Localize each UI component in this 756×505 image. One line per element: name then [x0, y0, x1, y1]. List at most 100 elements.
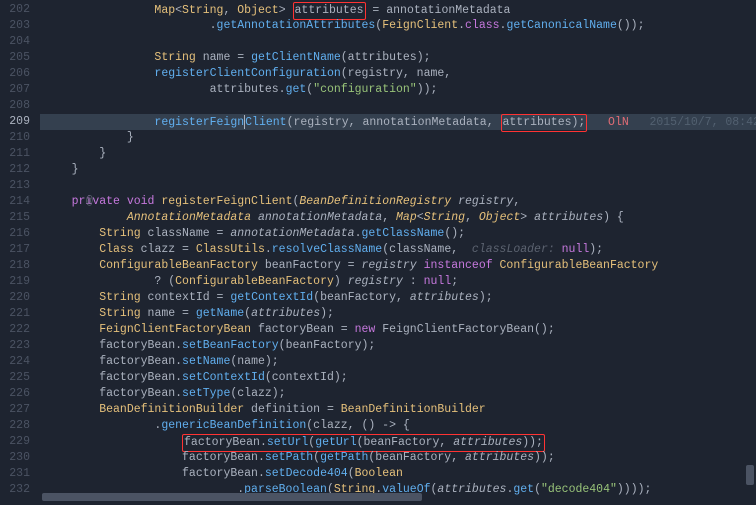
code-token: .	[458, 19, 465, 32]
code-token: Map	[396, 211, 417, 224]
code-token: setDecode404	[265, 467, 348, 480]
code-token: String	[154, 51, 195, 64]
code-token: (	[348, 467, 355, 480]
code-line[interactable]: String contextId = getContextId(beanFact…	[40, 290, 756, 306]
code-token: .	[355, 227, 362, 240]
line-number: 228	[4, 418, 30, 434]
code-token: annotationMetadata	[230, 227, 354, 240]
code-area[interactable]: Map<String, Object> attributes = annotat…	[40, 0, 756, 505]
code-token: String	[424, 211, 465, 224]
code-token: (clazz, () -> {	[306, 419, 410, 432]
code-token: Map	[154, 4, 175, 17]
code-token: ,	[465, 211, 479, 224]
code-token: FeignClient	[382, 19, 458, 32]
code-line[interactable]: ConfigurableBeanFactory beanFactory = re…	[40, 258, 756, 274]
horizontal-scrollbar[interactable]	[42, 493, 742, 503]
code-token: registry	[361, 259, 416, 272]
line-number: 204	[4, 34, 30, 50]
code-token: getClientName	[251, 51, 341, 64]
code-token: registerClientConfiguration	[154, 67, 340, 80]
code-line[interactable]: String className = annotationMetadata.ge…	[40, 226, 756, 242]
code-token	[251, 211, 258, 224]
code-line[interactable]: factoryBean.setName(name);	[40, 354, 756, 370]
code-line[interactable]: registerClientConfiguration(registry, na…	[40, 66, 756, 82]
code-token: );	[320, 307, 334, 320]
line-number: 232	[4, 482, 30, 498]
code-line[interactable]	[40, 98, 756, 114]
code-line[interactable]: Class clazz = ClassUtils.resolveClassNam…	[40, 242, 756, 258]
code-token: factoryBean.	[99, 371, 182, 384]
code-line[interactable]: Map<String, Object> attributes = annotat…	[40, 2, 756, 18]
code-line[interactable]: factoryBean.setBeanFactory(beanFactory);	[40, 338, 756, 354]
code-token: null	[562, 243, 590, 256]
code-token: ());	[617, 19, 645, 32]
code-line[interactable]	[40, 178, 756, 194]
line-number: 213	[4, 178, 30, 194]
code-token: name =	[141, 307, 196, 320]
code-line[interactable]: @ private void registerFeignClient(BeanD…	[40, 194, 756, 210]
code-line[interactable]: .getAnnotationAttributes(FeignClient.cla…	[40, 18, 756, 34]
horizontal-scroll-thumb[interactable]	[42, 493, 422, 501]
code-line[interactable]: AnnotationMetadata annotationMetadata, M…	[40, 210, 756, 226]
code-token: definition =	[244, 403, 341, 416]
code-token: beanFactory =	[258, 259, 362, 272]
line-number: 216	[4, 226, 30, 242]
code-token: (name);	[230, 355, 278, 368]
code-token: registry	[348, 275, 403, 288]
code-token: factoryBean.	[99, 339, 182, 352]
code-line[interactable]: factoryBean.setType(clazz);	[40, 386, 756, 402]
code-line[interactable]: factoryBean.setDecode404(Boolean	[40, 466, 756, 482]
code-token: instanceof	[424, 259, 493, 272]
code-line[interactable]: attributes.get("configuration"));	[40, 82, 756, 98]
code-token: :	[403, 275, 424, 288]
code-token: String	[99, 307, 140, 320]
code-line[interactable]: factoryBean.setUrl(getUrl(beanFactory, a…	[40, 434, 756, 450]
line-number: 202	[4, 2, 30, 18]
code-token: (beanFactory,	[368, 451, 465, 464]
code-line[interactable]: }	[40, 162, 756, 178]
code-line[interactable]: }	[40, 146, 756, 162]
code-token: ,	[223, 4, 237, 17]
vertical-scroll-thumb[interactable]	[746, 465, 754, 485]
code-token: setContextId	[182, 371, 265, 384]
code-token: BeanDefinitionBuilder	[99, 403, 244, 416]
code-token: ));	[534, 451, 555, 464]
code-token	[120, 195, 127, 208]
code-token: ) {	[603, 211, 624, 224]
code-token: genericBeanDefinition	[161, 419, 306, 432]
code-token: ,	[382, 211, 396, 224]
code-token: 2015/10/7, 08:42 · Allow overriding def…	[629, 116, 756, 129]
code-token: ConfigurableBeanFactory	[175, 275, 334, 288]
code-token: get	[286, 83, 307, 96]
code-token: Boolean	[355, 467, 403, 480]
line-number: 205	[4, 50, 30, 66]
code-editor[interactable]: 2022032042052062072082092102112122132142…	[0, 0, 756, 505]
code-token: Object	[479, 211, 520, 224]
code-line[interactable]: BeanDefinitionBuilder definition = BeanD…	[40, 402, 756, 418]
code-line[interactable]: String name = getName(attributes);	[40, 306, 756, 322]
code-token: String	[99, 291, 140, 304]
code-token: .	[210, 19, 217, 32]
line-number: 215	[4, 210, 30, 226]
code-token	[417, 259, 424, 272]
code-line[interactable]: .genericBeanDefinition(clazz, () -> {	[40, 418, 756, 434]
code-line[interactable]: factoryBean.setContextId(contextId);	[40, 370, 756, 386]
code-line[interactable]	[40, 34, 756, 50]
code-token: Client	[245, 116, 286, 129]
line-number: 222	[4, 322, 30, 338]
vertical-scrollbar[interactable]	[744, 0, 754, 505]
code-line[interactable]: factoryBean.setPath(getPath(beanFactory,…	[40, 450, 756, 466]
code-token: setBeanFactory	[182, 339, 279, 352]
code-line[interactable]: registerFeignClient(registry, annotation…	[40, 114, 756, 130]
code-line[interactable]: String name = getClientName(attributes);	[40, 50, 756, 66]
code-line[interactable]: FeignClientFactoryBean factoryBean = new…	[40, 322, 756, 338]
code-token: getAnnotationAttributes	[217, 19, 376, 32]
code-token: );	[479, 291, 493, 304]
code-line[interactable]: }	[40, 130, 756, 146]
code-token: registerFeignClient	[161, 195, 292, 208]
code-token: ConfigurableBeanFactory	[99, 259, 258, 272]
code-token: ConfigurableBeanFactory	[500, 259, 659, 272]
code-line[interactable]: ? (ConfigurableBeanFactory) registry : n…	[40, 274, 756, 290]
code-token: annotationMetadata	[258, 211, 382, 224]
line-number: 229	[4, 434, 30, 450]
